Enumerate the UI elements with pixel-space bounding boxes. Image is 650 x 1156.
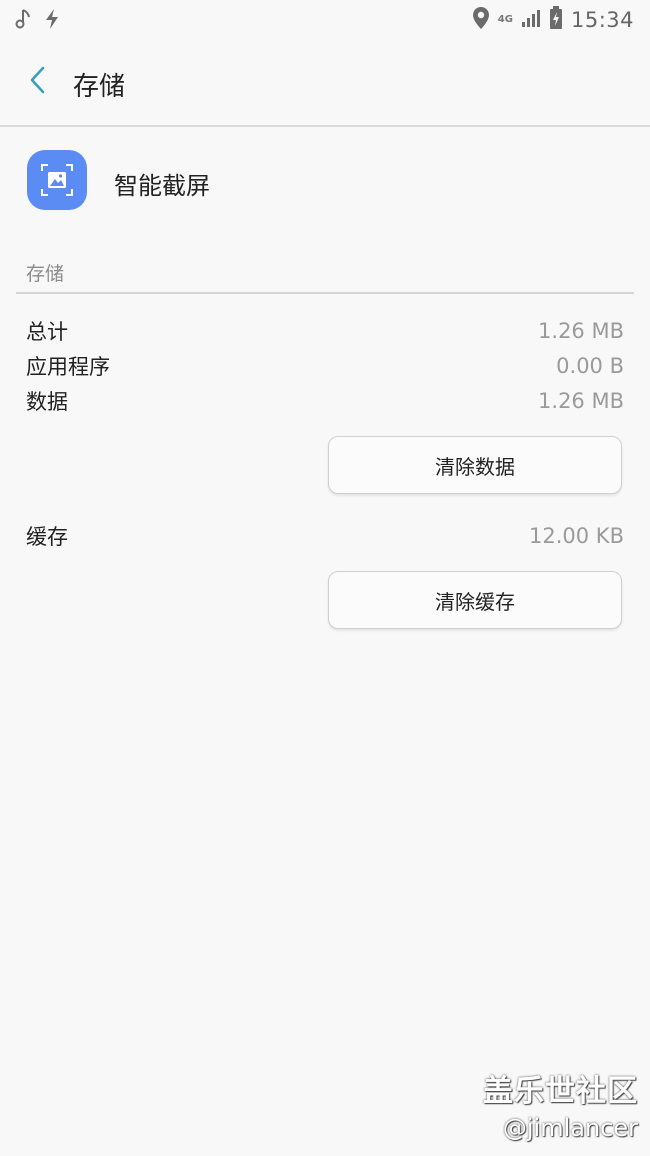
clear-cache-button[interactable]: 清除缓存 (328, 571, 622, 629)
section-label-storage: 存储 (26, 263, 65, 285)
chevron-left-icon (28, 65, 48, 99)
battery-charging-icon (549, 6, 563, 34)
watermark: 盖乐世社区 @jimlancer (483, 1066, 638, 1142)
status-right-icons: 4G 15:34 (472, 6, 634, 34)
screenshot-gallery-icon (27, 150, 87, 210)
row-value: 0.00 B (556, 354, 624, 378)
status-bar: 4G 15:34 (0, 0, 650, 40)
network-type: 4G (497, 14, 513, 25)
row-label: 数据 (26, 390, 68, 414)
app-header: 智能截屏 (0, 127, 650, 237)
storage-row-data: 数据 1.26 MB (26, 384, 624, 418)
page-title: 存储 (73, 72, 126, 102)
cache-row: 缓存 12.00 KB (26, 519, 624, 553)
music-note-icon (14, 8, 32, 34)
signal-icon (521, 8, 541, 32)
back-button[interactable] (18, 62, 58, 102)
status-left-icons (14, 8, 60, 34)
location-icon (472, 6, 490, 34)
storage-row-total: 总计 1.26 MB (26, 314, 624, 348)
flash-icon (44, 8, 60, 34)
row-label: 总计 (26, 320, 68, 344)
row-label: 缓存 (26, 525, 68, 549)
storage-row-app: 应用程序 0.00 B (26, 349, 624, 383)
watermark-title: 盖乐世社区 (483, 1074, 638, 1109)
row-value: 1.26 MB (538, 319, 624, 343)
app-name: 智能截屏 (114, 172, 210, 200)
row-label: 应用程序 (26, 355, 110, 379)
row-value: 12.00 KB (529, 524, 624, 548)
section-divider (16, 292, 634, 294)
watermark-handle: @jimlancer (502, 1114, 638, 1142)
clock: 15:34 (570, 8, 634, 32)
app-bar: 存储 (0, 40, 650, 125)
clear-data-button[interactable]: 清除数据 (328, 436, 622, 494)
row-value: 1.26 MB (538, 389, 624, 413)
